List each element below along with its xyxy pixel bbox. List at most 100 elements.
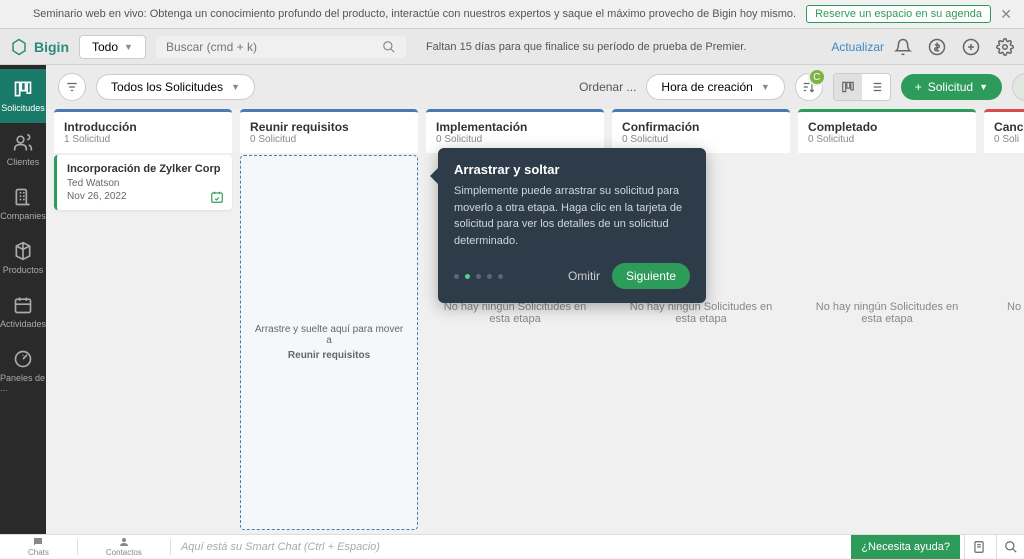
list-icon — [869, 80, 883, 94]
filter-icon-button[interactable] — [58, 73, 86, 101]
close-icon[interactable]: ✕ — [1000, 6, 1012, 23]
search-input[interactable] — [166, 40, 374, 54]
topbar: Bigin Todo ▼ Faltan 15 días para que fin… — [0, 29, 1024, 65]
search-icon-button[interactable] — [996, 535, 1024, 559]
column-count: 0 Soli — [994, 134, 1024, 145]
column-header[interactable]: Completado 0 Solicitud — [798, 109, 976, 153]
sort-dropdown[interactable]: Hora de creación ▼ — [646, 74, 784, 100]
empty-state-text: No — [984, 291, 1024, 323]
skip-link[interactable]: Omitir — [568, 269, 600, 283]
gear-icon[interactable] — [996, 38, 1014, 56]
empty-state-text: No hay ningún Solicitudes en esta etapa — [798, 291, 976, 335]
brand-name: Bigin — [34, 39, 69, 55]
solicitud-card[interactable]: Incorporación de Zylker Corp Ted Watson … — [54, 155, 232, 210]
board-icon — [13, 79, 33, 99]
sidebar-item-label: Paneles de ... — [0, 373, 46, 393]
dollar-icon[interactable] — [928, 38, 946, 56]
sidebar-item-paneles[interactable]: Paneles de ... — [0, 339, 46, 403]
smart-chat-input[interactable]: Aquí está su Smart Chat (Ctrl + Espacio) — [171, 541, 851, 553]
contacts-label: Contactos — [106, 548, 142, 557]
filter-dropdown[interactable]: Todos los Solicitudes ▼ — [96, 74, 255, 100]
column-header[interactable]: Reunir requisitos 0 Solicitud — [240, 109, 418, 153]
sort-label: Ordenar ... — [579, 80, 636, 94]
sidebar-item-companies[interactable]: Companies — [0, 177, 46, 231]
calendar-icon — [13, 295, 33, 315]
plus-circle-icon[interactable] — [962, 38, 980, 56]
brand-logo[interactable]: Bigin — [10, 38, 69, 56]
building-icon — [13, 187, 33, 207]
next-button[interactable]: Siguiente — [612, 263, 690, 289]
help-button[interactable]: ¿Necesita ayuda? — [851, 535, 960, 559]
kanban-view-button[interactable] — [834, 74, 862, 100]
gauge-icon — [13, 349, 33, 369]
card-contact: Ted Watson — [67, 178, 222, 189]
sidebar-item-solicitudes[interactable]: Solicitudes — [0, 69, 46, 123]
dots-icon — [1019, 80, 1024, 94]
notes-icon-button[interactable] — [964, 535, 992, 559]
user-avatar-badge: C — [808, 68, 826, 86]
kanban-icon — [841, 80, 855, 94]
sidebar: Solicitudes Clientes Companies Productos… — [0, 65, 46, 538]
banner-text: Seminario web en vivo: Obtenga un conoci… — [33, 8, 796, 20]
chevron-down-icon: ▼ — [761, 82, 770, 92]
dropzone[interactable]: Arrastre y suelte aquí para mover a Reun… — [240, 155, 418, 530]
contacts-icon — [118, 536, 130, 548]
column-header[interactable]: Canc 0 Soli — [984, 109, 1024, 153]
toolbar: Todos los Solicitudes ▼ Ordenar ... Hora… — [46, 65, 1024, 109]
filter-icon — [65, 80, 79, 94]
column-title: Confirmación — [622, 120, 780, 134]
trial-notice: Faltan 15 días para que finalice su perí… — [416, 41, 821, 53]
column-title: Introducción — [64, 120, 222, 134]
more-menu-button[interactable] — [1012, 73, 1024, 101]
search-box[interactable] — [156, 36, 406, 58]
chats-label: Chats — [28, 548, 49, 557]
sort-direction-button[interactable]: C — [795, 73, 823, 101]
column-count: 0 Solicitud — [250, 134, 408, 145]
sidebar-item-label: Productos — [3, 265, 44, 275]
column-reunir: Reunir requisitos 0 Solicitud Arrastre y… — [240, 109, 418, 530]
column-header[interactable]: Implementación 0 Solicitud — [426, 109, 604, 153]
chats-tab[interactable]: Chats — [0, 536, 77, 557]
list-view-button[interactable] — [862, 74, 890, 100]
column-title: Reunir requisitos — [250, 120, 408, 134]
sidebar-item-label: Clientes — [7, 157, 40, 167]
column-completado: Completado 0 Solicitud No hay ningún Sol… — [798, 109, 976, 530]
view-toggle — [833, 73, 891, 101]
column-header[interactable]: Confirmación 0 Solicitud — [612, 109, 790, 153]
sidebar-item-label: Actividades — [0, 319, 46, 329]
chevron-down-icon: ▼ — [231, 82, 240, 92]
dot — [476, 274, 481, 279]
column-count: 1 Solicitud — [64, 134, 222, 145]
upgrade-link[interactable]: Actualizar — [831, 40, 884, 54]
column-header[interactable]: Introducción 1 Solicitud — [54, 109, 232, 153]
dropzone-text: Arrastre y suelte aquí para mover a — [251, 324, 407, 346]
filter-label: Todos los Solicitudes — [111, 80, 223, 94]
calendar-check-icon — [210, 190, 224, 204]
column-title: Canc — [994, 120, 1024, 134]
plus-icon: + — [915, 80, 922, 94]
tooltip-body: Simplemente puede arrastrar su solicitud… — [454, 183, 690, 249]
column-count: 0 Solicitud — [808, 134, 966, 145]
bell-icon[interactable] — [894, 38, 912, 56]
card-date: Nov 26, 2022 — [67, 191, 222, 202]
bottombar: Chats Contactos Aquí está su Smart Chat … — [0, 534, 1024, 558]
dot — [487, 274, 492, 279]
reserve-button[interactable]: Reserve un espacio en su agenda — [806, 5, 991, 23]
onboarding-tooltip: Arrastrar y soltar Simplemente puede arr… — [438, 148, 706, 303]
package-icon — [13, 241, 33, 261]
sidebar-item-clientes[interactable]: Clientes — [0, 123, 46, 177]
column-introduccion: Introducción 1 Solicitud Incorporación d… — [54, 109, 232, 530]
column-count: 0 Solicitud — [436, 134, 594, 145]
bigin-logo-icon — [10, 38, 28, 56]
sidebar-item-productos[interactable]: Productos — [0, 231, 46, 285]
chevron-down-icon: ▼ — [124, 42, 133, 52]
column-cancelado: Canc 0 Soli No — [984, 109, 1024, 530]
sidebar-item-actividades[interactable]: Actividades — [0, 285, 46, 339]
dot-active — [465, 274, 470, 279]
contacts-tab[interactable]: Contactos — [78, 536, 170, 557]
add-solicitud-button[interactable]: + Solicitud ▼ — [901, 74, 1002, 100]
notes-icon — [972, 540, 986, 554]
chat-icon — [32, 536, 44, 548]
sidebar-item-label: Solicitudes — [1, 103, 45, 113]
scope-dropdown[interactable]: Todo ▼ — [79, 35, 146, 59]
